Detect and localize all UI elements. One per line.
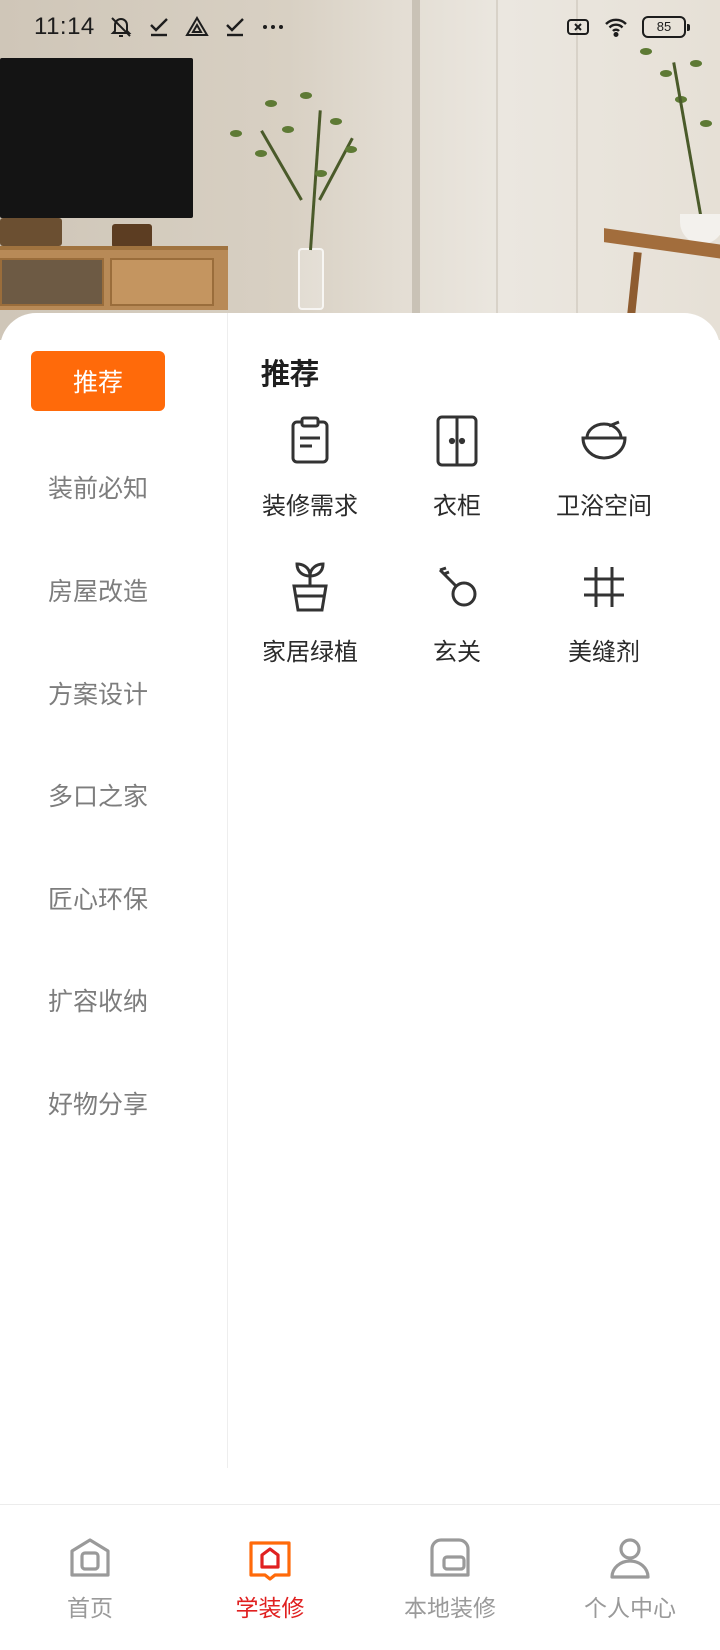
no-sim-icon xyxy=(567,19,589,35)
category-item-label: 衣柜 xyxy=(433,492,481,520)
tv-image xyxy=(0,58,193,218)
leaf xyxy=(255,150,267,157)
sidebar-item-eco[interactable]: 匠心环保 xyxy=(31,868,165,928)
plant-branch xyxy=(260,129,303,201)
category-item-label: 装修需求 xyxy=(262,492,358,520)
nav-item-local[interactable]: 本地装修 xyxy=(360,1505,540,1650)
battery-icon: 85 xyxy=(642,16,690,38)
nav-item-learn[interactable]: 学装修 xyxy=(180,1505,360,1650)
sidebar-item-storage[interactable]: 扩容收纳 xyxy=(31,970,165,1030)
check-icon xyxy=(149,18,168,37)
category-item-label: 家居绿植 xyxy=(262,638,358,666)
local-icon xyxy=(430,1538,470,1577)
leaf xyxy=(282,126,294,133)
leaf xyxy=(265,100,277,107)
sidebar-item-design[interactable]: 方案设计 xyxy=(31,663,165,723)
grid-icon xyxy=(575,558,633,616)
profile-icon xyxy=(610,1538,650,1579)
sidebar-item-family[interactable]: 多口之家 xyxy=(31,765,165,825)
vase-image xyxy=(298,248,324,310)
leaf xyxy=(660,70,672,77)
wifi-icon xyxy=(605,18,627,38)
sidebar-item-renovation[interactable]: 房屋改造 xyxy=(31,560,165,620)
status-time: 11:14 xyxy=(34,13,95,40)
leaf xyxy=(330,118,342,125)
book-icon xyxy=(249,1541,291,1581)
category-item-grout[interactable]: 美缝剂 xyxy=(531,550,677,680)
wardrobe-icon xyxy=(428,412,486,470)
sidebar-item-recommend[interactable]: 推荐 xyxy=(31,351,165,411)
leaf xyxy=(690,60,702,67)
leaf xyxy=(300,92,312,99)
check-icon xyxy=(225,18,244,37)
category-item-label: 玄关 xyxy=(433,638,481,666)
nav-label: 首页 xyxy=(67,1596,113,1622)
tv-cabinet-image xyxy=(0,246,228,310)
bathtub-icon xyxy=(575,412,633,470)
leaf xyxy=(230,130,242,137)
cabinet-drawer xyxy=(110,258,214,306)
category-sidebar: 推荐 装前必知 房屋改造 方案设计 多口之家 匠心环保 扩容收纳 好物分享 xyxy=(0,313,228,1468)
drive-icon xyxy=(185,16,209,36)
plant-branch xyxy=(672,62,703,221)
radio-image xyxy=(0,218,62,246)
status-bar: 11:14 85 xyxy=(0,0,720,54)
nav-item-home[interactable]: 首页 xyxy=(0,1505,180,1650)
category-item-label: 美缝剂 xyxy=(568,638,640,666)
nav-item-profile[interactable]: 个人中心 xyxy=(540,1505,720,1650)
sidebar-item-goods[interactable]: 好物分享 xyxy=(31,1073,165,1133)
category-item-wardrobe[interactable]: 衣柜 xyxy=(384,404,530,534)
key-icon xyxy=(428,558,486,616)
nav-label: 学装修 xyxy=(235,1596,305,1622)
cabinet-drawer xyxy=(0,258,104,306)
leaf xyxy=(315,170,327,177)
plant-branch xyxy=(309,110,322,251)
nav-label: 本地装修 xyxy=(404,1596,496,1622)
sidebar-item-pre-decoration[interactable]: 装前必知 xyxy=(31,457,165,517)
home-icon xyxy=(70,1538,110,1577)
category-item-requirements[interactable]: 装修需求 xyxy=(237,404,383,534)
mute-icon xyxy=(110,17,132,37)
leaf xyxy=(700,120,712,127)
category-item-entryway[interactable]: 玄关 xyxy=(384,550,530,680)
plant-icon xyxy=(281,558,339,616)
category-item-label: 卫浴空间 xyxy=(556,492,652,520)
category-card: 推荐 装前必知 房屋改造 方案设计 多口之家 匠心环保 扩容收纳 好物分享 推荐… xyxy=(0,313,720,1503)
clipboard-icon xyxy=(281,412,339,470)
leaf xyxy=(345,146,357,153)
category-item-bathroom[interactable]: 卫浴空间 xyxy=(531,404,677,534)
bottom-nav: 首页 学装修 本地装修 个人中心 xyxy=(0,1504,720,1650)
category-item-plants[interactable]: 家居绿植 xyxy=(237,550,383,680)
tissue-box-image xyxy=(112,224,152,248)
more-icon xyxy=(262,25,283,29)
nav-label: 个人中心 xyxy=(584,1596,676,1622)
content-title: 推荐 xyxy=(261,357,320,391)
